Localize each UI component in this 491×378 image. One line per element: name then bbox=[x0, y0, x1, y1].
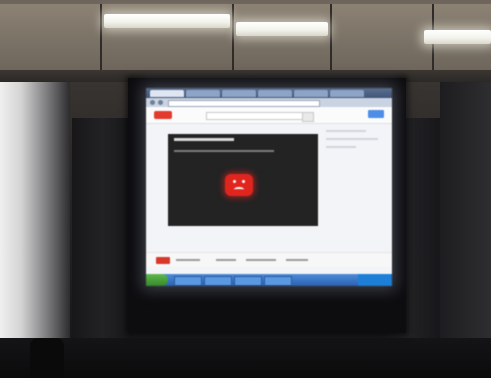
chair-silhouette bbox=[30, 338, 64, 378]
sidebar-line bbox=[326, 146, 356, 148]
youtube-footer bbox=[146, 252, 392, 267]
ceiling-panel bbox=[0, 4, 102, 70]
left-wall bbox=[0, 82, 70, 378]
curtain-left bbox=[72, 118, 132, 338]
ceiling-light bbox=[424, 30, 491, 44]
youtube-logo-icon bbox=[156, 257, 170, 264]
footer-link bbox=[286, 259, 308, 261]
ceiling-light bbox=[104, 14, 230, 28]
video-player bbox=[168, 134, 318, 226]
projected-display bbox=[146, 88, 392, 286]
forward-icon bbox=[158, 100, 163, 105]
browser-tab bbox=[330, 90, 364, 97]
browser-tab bbox=[294, 90, 328, 97]
browser-tab bbox=[222, 90, 256, 97]
footer-link bbox=[176, 259, 200, 261]
floor bbox=[0, 338, 491, 378]
error-eye bbox=[233, 180, 236, 183]
photo-scene bbox=[0, 0, 491, 378]
system-tray bbox=[358, 274, 392, 286]
taskbar-item bbox=[264, 276, 292, 286]
ceiling-light bbox=[236, 22, 328, 36]
footer-link bbox=[216, 259, 236, 261]
taskbar-item bbox=[204, 276, 232, 286]
ceiling-panel bbox=[332, 4, 434, 70]
browser-toolbar bbox=[146, 98, 392, 107]
browser-tab-strip bbox=[146, 88, 392, 98]
sidebar-line bbox=[326, 130, 366, 132]
ceiling-panel bbox=[234, 4, 332, 70]
error-face-icon bbox=[225, 174, 253, 196]
search-input bbox=[206, 112, 304, 120]
error-message-text bbox=[174, 150, 274, 152]
youtube-logo-icon bbox=[154, 111, 172, 119]
windows-taskbar bbox=[146, 274, 392, 286]
browser-tab bbox=[258, 90, 292, 97]
address-bar bbox=[168, 100, 320, 107]
youtube-header bbox=[146, 107, 392, 124]
sidebar bbox=[326, 128, 384, 248]
start-button-icon bbox=[146, 274, 168, 286]
sign-in-button bbox=[368, 110, 384, 118]
back-icon bbox=[150, 100, 155, 105]
error-title-text bbox=[174, 138, 234, 141]
sidebar-line bbox=[326, 138, 378, 140]
search-icon bbox=[302, 112, 314, 122]
footer-link bbox=[246, 259, 276, 261]
browser-tab bbox=[150, 90, 184, 97]
browser-tab bbox=[186, 90, 220, 97]
right-wall bbox=[440, 82, 491, 378]
taskbar-item bbox=[174, 276, 202, 286]
error-mouth bbox=[234, 187, 244, 192]
error-eye bbox=[242, 180, 245, 183]
taskbar-item bbox=[234, 276, 262, 286]
